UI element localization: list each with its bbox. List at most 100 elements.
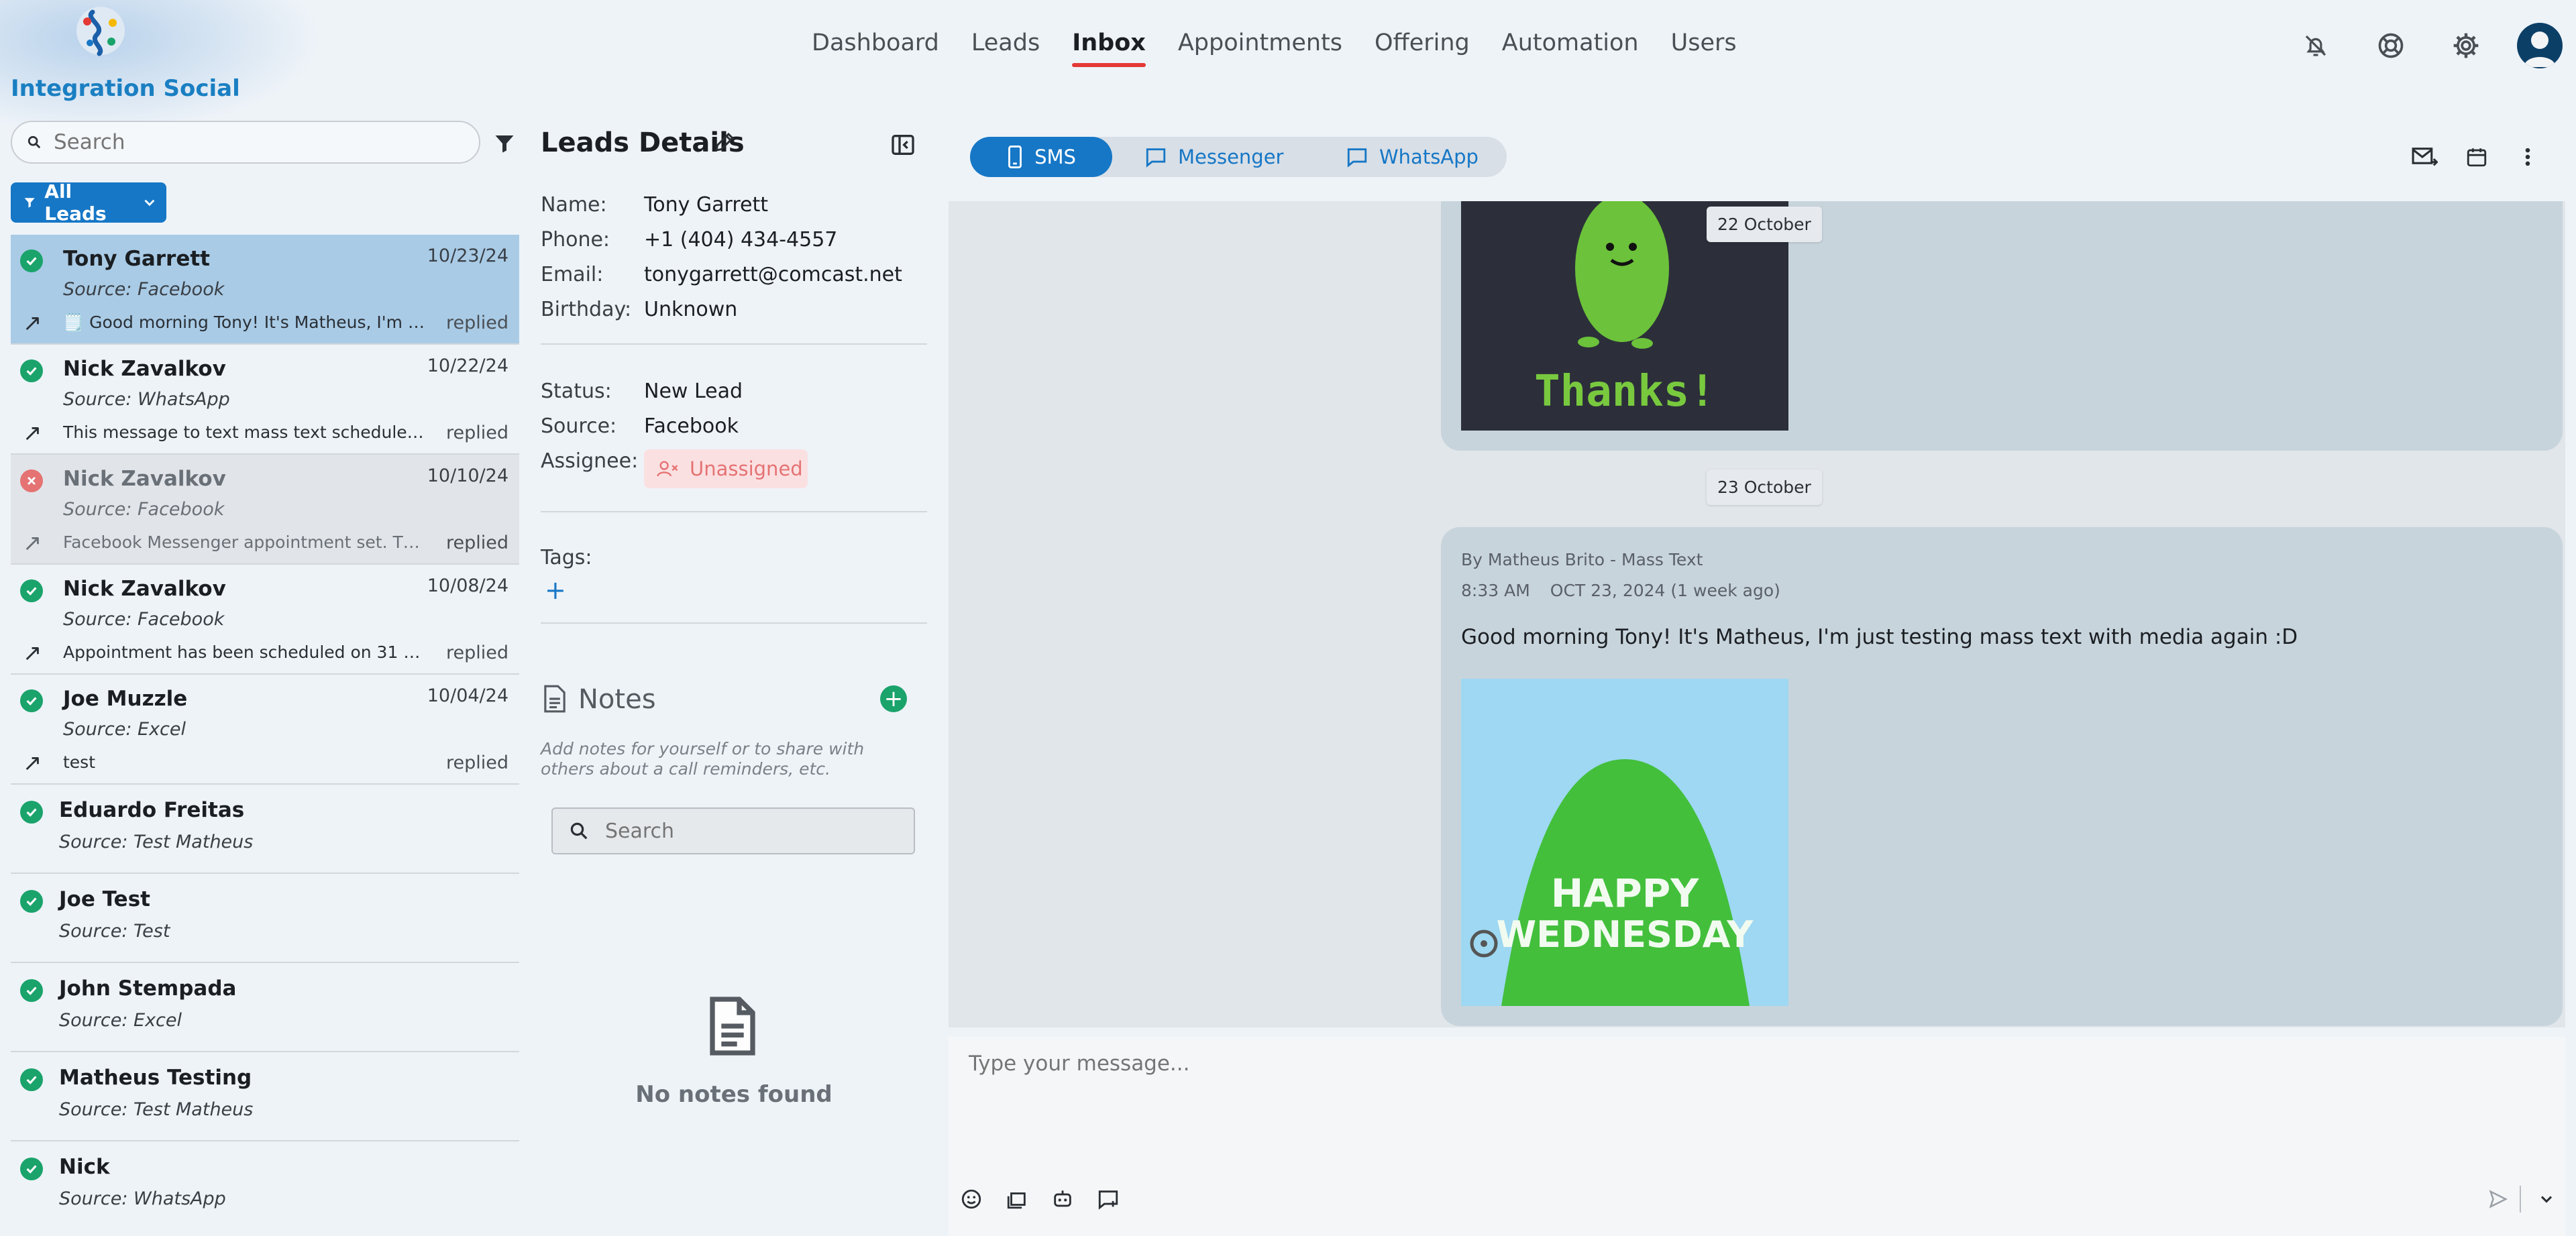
lead-item[interactable]: Joe Test Source: Test (11, 874, 519, 963)
add-note-button[interactable]: + (880, 685, 907, 712)
message-input[interactable] (969, 1052, 2512, 1132)
nav-users[interactable]: Users (1671, 30, 1737, 66)
message-bubble: Thanks! (1441, 201, 2563, 451)
lead-preview: 🗒️ Good morning Tony! It's Matheus, I'm … (63, 313, 425, 332)
assignee-label: Assignee: (541, 449, 639, 473)
lead-name: John Stempada (59, 976, 237, 1001)
all-leads-filter-button[interactable]: All Leads (11, 180, 166, 225)
lead-phone[interactable]: +1 (404) 434-4557 (644, 228, 837, 251)
lead-item[interactable]: Nick Zavalkov 10/08/24 Source: Facebook … (11, 565, 519, 675)
lead-email[interactable]: tonygarrett@comcast.net (644, 263, 902, 286)
lead-name: Joe Test (59, 887, 150, 911)
lead-item[interactable]: Tony Garrett 10/23/24 Source: Facebook ↗… (11, 235, 519, 345)
date-divider: 22 October (1707, 207, 1822, 242)
tab-whatsapp[interactable]: WhatsApp (1346, 137, 1479, 177)
notes-hint: Add notes for yourself or to share with … (541, 739, 865, 779)
lead-name: Nick Zavalkov (63, 357, 226, 381)
happy-wednesday-gif-image[interactable]: HAPPY WEDNESDAY (1461, 679, 1788, 1006)
filter-icon[interactable] (492, 131, 517, 156)
channel-tabs: SMS Messenger WhatsApp (970, 137, 1507, 177)
nav-inbox[interactable]: Inbox (1072, 30, 1146, 67)
notes-search[interactable] (551, 807, 915, 854)
conversation-thread: Thanks! 22 October 23 October By Matheus… (949, 201, 2565, 1027)
settings-gear-icon[interactable] (2446, 25, 2486, 66)
search-icon (570, 822, 588, 840)
nav-dashboard[interactable]: Dashboard (812, 30, 939, 66)
nav-leads[interactable]: Leads (971, 30, 1040, 66)
lead-date: 10/04/24 (427, 685, 508, 706)
message-sender: By Matheus Brito - Mass Text (1461, 550, 1703, 569)
check-circle-icon (20, 890, 43, 913)
lead-item[interactable]: Nick Zavalkov 10/10/24 Source: Facebook … (11, 455, 519, 565)
send-icon[interactable] (2485, 1186, 2512, 1213)
message-bubble: By Matheus Brito - Mass Text 8:33 AM OCT … (1441, 527, 2563, 1026)
outgoing-arrow-icon: ↗ (23, 530, 42, 557)
document-icon (544, 685, 566, 713)
lead-item[interactable]: John Stempada Source: Excel (11, 963, 519, 1052)
lead-item[interactable]: Matheus Testing Source: Test Matheus (11, 1052, 519, 1141)
lead-source: Source: Excel (59, 1010, 182, 1031)
notifications-off-icon[interactable] (2296, 25, 2336, 66)
empty-notes-document-icon (710, 997, 755, 1056)
error-circle-icon (20, 469, 43, 492)
lead-item[interactable]: Joe Muzzle 10/04/24 Source: Excel ↗ test… (11, 675, 519, 785)
all-leads-label: All Leads (44, 180, 107, 225)
collapse-panel-icon[interactable] (890, 131, 916, 158)
lead-full-name: Tony Garrett (644, 193, 768, 217)
calendar-icon[interactable] (2463, 144, 2490, 170)
check-circle-icon (20, 689, 43, 712)
edit-pencil-icon[interactable] (712, 130, 737, 154)
phone-label: Phone: (541, 228, 610, 251)
assignee-badge[interactable]: Unassigned (644, 449, 808, 488)
lead-item[interactable]: Eduardo Freitas Source: Test Matheus (11, 785, 519, 874)
more-vertical-icon[interactable] (2514, 144, 2541, 170)
lead-preview: Appointment has been scheduled on 31 Oct… (63, 642, 425, 662)
image-2-line-1: HAPPY (1551, 870, 1699, 916)
schedule-message-icon[interactable] (1095, 1186, 1122, 1213)
nav-appointments[interactable]: Appointments (1178, 30, 1342, 66)
phone-icon (1008, 146, 1022, 168)
chat-bubble-icon (1146, 148, 1166, 168)
help-lifebuoy-icon[interactable] (2371, 25, 2411, 66)
tab-sms[interactable]: SMS (970, 137, 1112, 177)
name-label: Name: (541, 193, 607, 217)
lead-source: Source: Facebook (63, 499, 225, 520)
tab-messenger-label: Messenger (1178, 146, 1284, 168)
lead-status-value[interactable]: New Lead (644, 380, 743, 403)
lead-name: Nick Zavalkov (63, 467, 226, 491)
outgoing-arrow-icon: ↗ (23, 640, 42, 667)
lead-status: replied (445, 532, 508, 553)
outgoing-arrow-icon: ↗ (23, 310, 42, 337)
nav-automation[interactable]: Automation (1502, 30, 1639, 66)
search-input[interactable] (54, 130, 429, 154)
brand-logo-icon[interactable] (72, 3, 129, 59)
notes-search-input[interactable] (605, 819, 887, 843)
check-circle-icon (20, 801, 43, 824)
message-time: 8:33 AM OCT 23, 2024 (1 week ago) (1461, 581, 1780, 600)
tab-messenger[interactable]: Messenger (1144, 137, 1283, 177)
send-options-chevron-icon[interactable] (2533, 1186, 2560, 1213)
lead-source: Source: WhatsApp (63, 389, 230, 410)
lead-status: replied (445, 313, 508, 333)
lead-name: Eduardo Freitas (59, 798, 245, 822)
user-avatar[interactable] (2517, 23, 2563, 68)
status-label: Status: (541, 380, 612, 403)
attach-files-icon[interactable] (1004, 1186, 1030, 1213)
lead-preview: test (63, 752, 96, 772)
mail-send-icon[interactable] (2411, 144, 2438, 170)
brand-name: Integration Social (11, 75, 240, 102)
emoji-icon[interactable] (958, 1186, 985, 1213)
lead-name: Nick Zavalkov (63, 577, 226, 601)
divider (2520, 1186, 2521, 1213)
lead-name: Tony Garrett (63, 247, 210, 271)
email-label: Email: (541, 263, 604, 286)
brand-glow (0, 0, 322, 134)
template-robot-icon[interactable] (1049, 1186, 1076, 1213)
lead-source: Source: Facebook (63, 279, 225, 300)
lead-search[interactable] (11, 121, 480, 164)
lead-item[interactable]: Nick Source: WhatsApp (11, 1141, 519, 1231)
lead-item[interactable]: Nick Zavalkov 10/22/24 Source: WhatsApp … (11, 345, 519, 455)
lead-name: Matheus Testing (59, 1066, 252, 1090)
nav-offering[interactable]: Offering (1375, 30, 1470, 66)
add-tag-button[interactable]: + (545, 575, 566, 605)
